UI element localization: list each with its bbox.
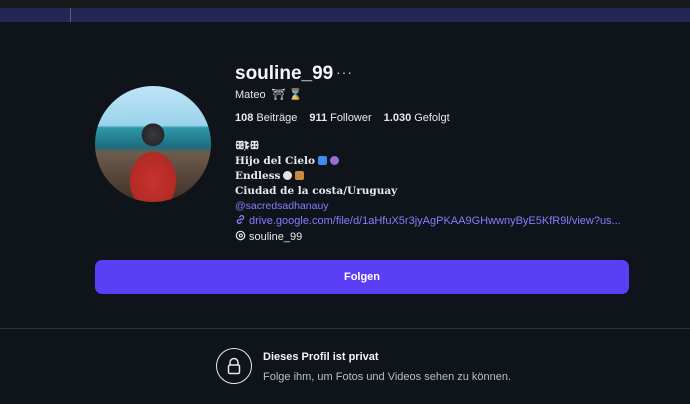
more-options-icon[interactable]: ··· (336, 64, 353, 80)
private-profile-subtitle: Folge ihm, um Fotos und Videos sehen zu … (263, 371, 512, 383)
top-bar (0, 0, 690, 8)
profile-username: souline_99 (235, 63, 334, 84)
link-icon (236, 215, 245, 224)
bio-line-3: Endless (235, 169, 397, 184)
full-name-text: Mateo (235, 89, 266, 101)
followers-count: 911 (309, 112, 328, 124)
posts-label: Beiträge (256, 112, 298, 124)
threads-handle: souline_99 (249, 231, 303, 243)
posts-stat: 108 Beiträge (235, 112, 297, 124)
bio-line-3-text: Endless (235, 170, 281, 182)
bio-line-symbols: ꕥ҉ꔪꕥ (235, 140, 260, 152)
posts-count: 108 (235, 112, 254, 124)
top-strip (0, 8, 690, 22)
eye-icon (283, 171, 293, 180)
bio-line-2-text: Hijo del Cielo (235, 155, 316, 167)
bio-line-location: Ciudad de la costa/Uruguay (235, 185, 398, 197)
wave-icon (318, 156, 328, 165)
cup-icon (295, 171, 305, 180)
following-count: 1.030 (383, 112, 412, 124)
lock-icon (216, 348, 252, 384)
follow-button[interactable]: Folgen (95, 260, 629, 294)
top-strip-divider (70, 8, 71, 22)
hourglass-icon: ⌛ (288, 89, 303, 101)
section-divider (0, 328, 690, 329)
threads-icon (235, 230, 246, 241)
external-link[interactable]: drive.google.com/file/d/1aHfuX5r3jyAgPKA… (235, 214, 621, 227)
following-stat[interactable]: 1.030 Gefolgt (384, 112, 450, 124)
profile-bio: ꕥ҉ꔪꕥ Hijo del Cielo Endless Ciudad de la… (235, 139, 397, 214)
external-link-text: drive.google.com/file/d/1aHfuX5r3jyAgPKA… (249, 215, 621, 227)
private-profile-title: Dieses Profil ist privat (263, 351, 379, 363)
profile-full-name: Mateo ⛩ ⌛ (235, 88, 302, 101)
moon-icon (330, 156, 340, 165)
torii-icon: ⛩ (271, 89, 286, 101)
bio-mention-link[interactable]: @sacredsadhanauy (235, 199, 397, 214)
threads-link[interactable]: souline_99 (235, 230, 302, 243)
bio-line-2: Hijo del Cielo (235, 154, 397, 169)
following-label: Gefolgt (414, 112, 450, 124)
followers-label: Follower (330, 112, 372, 124)
profile-stats: 108 Beiträge 911 Follower 1.030 Gefolgt (235, 112, 450, 124)
followers-stat[interactable]: 911 Follower (309, 112, 371, 124)
profile-avatar[interactable] (95, 86, 211, 202)
